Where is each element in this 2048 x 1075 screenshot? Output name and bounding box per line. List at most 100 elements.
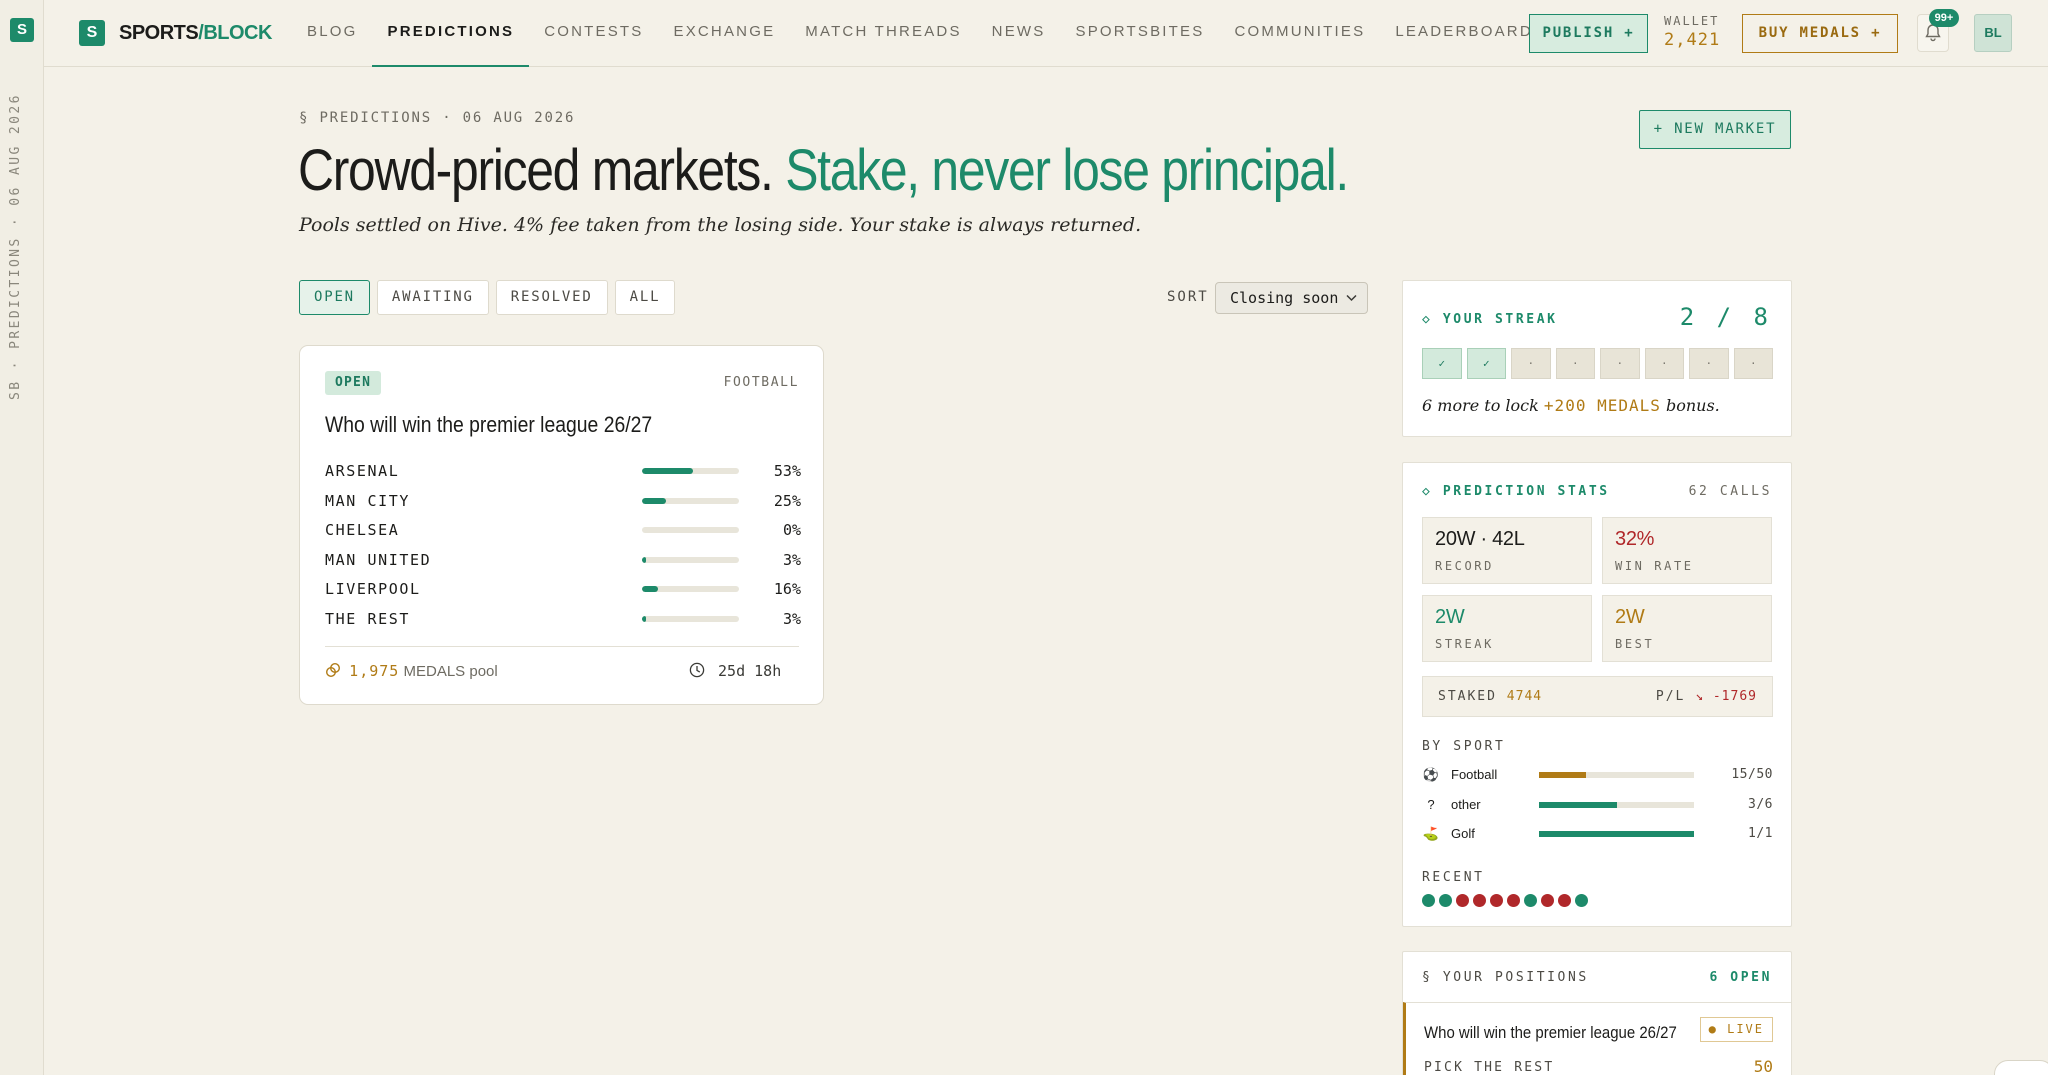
pool-unit: MEDALS pool: [403, 663, 498, 680]
brand-logo-icon[interactable]: S: [79, 20, 105, 46]
streak-box: ·: [1511, 348, 1551, 379]
sport-golf-icon: ⛳: [1422, 826, 1440, 841]
page-subtitle: Pools settled on Hive. 4% fee taken from…: [299, 214, 1142, 236]
page-title-main: Crowd-priced markets.: [298, 138, 774, 203]
filter-tab-all[interactable]: ALL: [614, 280, 676, 315]
stat-label: STREAK: [1435, 637, 1494, 651]
filter-tab-resolved[interactable]: RESOLVED: [495, 280, 608, 315]
stats-calls: 62 CALLS: [1688, 484, 1772, 499]
outcome-bar-fill: [642, 556, 646, 563]
buy-medals-button[interactable]: BUY MEDALS +: [1742, 14, 1898, 53]
pl-value: ↘ -1769: [1695, 689, 1757, 704]
recent-win-dot: [1575, 894, 1588, 907]
positions-panel: § YOUR POSITIONS 6 OPEN Who will win the…: [1402, 951, 1792, 1075]
sport-name: other: [1451, 796, 1481, 812]
stat-value: 32%: [1615, 528, 1655, 550]
page-title: Crowd-priced markets. Stake, never lose …: [298, 136, 1349, 206]
streak-box: ✓: [1422, 348, 1462, 379]
filter-tab-awaiting[interactable]: AWAITING: [376, 280, 489, 315]
recent-win-dot: [1439, 894, 1452, 907]
stat-value: 2W: [1435, 606, 1465, 628]
streak-boxes: ✓ ✓ · · · · · ·: [1422, 348, 1773, 379]
prediction-stats-panel: ◇ PREDICTION STATS 62 CALLS 20W · 42L REC…: [1402, 462, 1792, 927]
nav-item-news[interactable]: NEWS: [977, 0, 1061, 67]
streak-value: 2 / 8: [1679, 303, 1772, 331]
outcome-bar-fill: [642, 586, 658, 592]
market-title[interactable]: Who will win the premier league 26/27: [325, 412, 652, 438]
sport-bar: [1539, 801, 1694, 808]
stats-heading: ◇ PREDICTION STATS: [1422, 484, 1610, 499]
nav-item-contests[interactable]: CONTESTS: [529, 0, 658, 67]
pl-label: P/L: [1655, 689, 1686, 704]
recent-results: [1422, 894, 1588, 907]
position-pick: PICK THE REST: [1424, 1060, 1555, 1075]
stat-value: 2W: [1615, 606, 1645, 628]
sort-label: SORT: [1167, 289, 1209, 305]
new-market-button[interactable]: + NEW MARKET: [1639, 110, 1791, 149]
sort-select[interactable]: Closing soon: [1215, 282, 1368, 314]
clock-icon: [689, 662, 718, 680]
recent-loss-dot: [1456, 894, 1469, 907]
outcome-bar: [642, 468, 739, 474]
time-left-value: 25d 18h: [718, 662, 782, 680]
stat-tile: 20W · 42L RECORD: [1422, 517, 1592, 584]
outcome-name: MAN CITY: [325, 491, 411, 510]
outcome-bar: [642, 586, 739, 592]
outcome-row[interactable]: CHELSEA 0%: [325, 517, 801, 547]
wallet[interactable]: WALLET 2,421: [1664, 14, 1734, 50]
staked-summary: STAKED 4744 P/L ↘ -1769: [1422, 676, 1773, 717]
sport-bar: [1539, 772, 1694, 778]
streak-box: ✓: [1466, 348, 1506, 379]
sport-bar-fill: [1539, 772, 1586, 778]
rail-vertical-text: SB · PREDICTIONS · 06 AUG 2026: [8, 93, 23, 400]
floating-action-button[interactable]: [1994, 1060, 2048, 1075]
outcome-percent: 25%: [773, 491, 801, 510]
recent-win-dot: [1422, 894, 1435, 907]
outcome-bar-fill: [642, 497, 667, 504]
nav-item-blog[interactable]: BLOG: [292, 0, 372, 67]
nav-item-predictions[interactable]: PREDICTIONS: [372, 0, 530, 67]
staked-label: STAKED: [1438, 689, 1497, 704]
rail-logo-icon[interactable]: S: [10, 18, 34, 42]
outcome-percent: 53%: [773, 462, 801, 480]
nav-item-exchange[interactable]: EXCHANGE: [658, 0, 790, 67]
outcome-row[interactable]: ARSENAL 53%: [325, 458, 801, 488]
outcome-percent: 3%: [782, 609, 801, 628]
nav-item-leaderboard[interactable]: LEADERBOARD: [1380, 0, 1548, 67]
outcome-row[interactable]: MAN UNITED 3%: [325, 547, 801, 577]
staked-value: 4744: [1506, 689, 1543, 704]
outcome-row[interactable]: MAN CITY 25%: [325, 488, 801, 518]
position-item[interactable]: Who will win the premier league 26/27 ● …: [1403, 1002, 1791, 1075]
streak-box: ·: [1689, 348, 1729, 379]
card-divider: [325, 646, 799, 647]
nav-item-match-threads[interactable]: MATCH THREADS: [790, 0, 976, 67]
streak-box: ·: [1600, 348, 1640, 379]
positions-count: 6 OPEN: [1709, 970, 1772, 985]
nav-item-communities[interactable]: COMMUNITIES: [1219, 0, 1380, 67]
stat-label: RECORD: [1435, 559, 1494, 573]
sport-bar-fill: [1539, 831, 1694, 837]
streak-box: ·: [1644, 348, 1684, 379]
outcome-row[interactable]: LIVERPOOL 16%: [325, 576, 801, 606]
outcome-bar: [642, 527, 739, 533]
recent-loss-dot: [1558, 894, 1571, 907]
position-status-badge: ● LIVE: [1699, 1017, 1773, 1042]
sport-name: Golf: [1451, 826, 1475, 841]
outcome-row[interactable]: THE REST 3%: [325, 606, 801, 636]
filter-tab-open[interactable]: OPEN: [299, 280, 370, 315]
brand-name[interactable]: SPORTS/BLOCK: [119, 22, 272, 45]
avatar[interactable]: BL: [1974, 14, 2012, 52]
market-card[interactable]: OPEN FOOTBALL Who will win the premier l…: [299, 345, 824, 705]
publish-button[interactable]: PUBLISH +: [1529, 14, 1648, 53]
sport-row: ⚽ Football 15/50: [1422, 763, 1773, 793]
nav-item-sportsbites[interactable]: SPORTSBITES: [1060, 0, 1219, 67]
brand-name-main: SPORTS: [119, 22, 199, 44]
pl-summary: P/L ↘ -1769: [1656, 677, 1757, 716]
left-rail: S SB · PREDICTIONS · 06 AUG 2026: [0, 0, 44, 1075]
streak-heading: ◇ YOUR STREAK: [1422, 312, 1558, 327]
brand-name-accent: BLOCK: [203, 22, 272, 44]
outcome-bar: [642, 556, 739, 563]
sport-row: ⛳ Golf 1/1: [1422, 822, 1773, 852]
pool-value: 1,975: [349, 662, 400, 680]
main-nav: BLOG PREDICTIONS CONTESTS EXCHANGE MATCH THR…: [292, 0, 1548, 67]
